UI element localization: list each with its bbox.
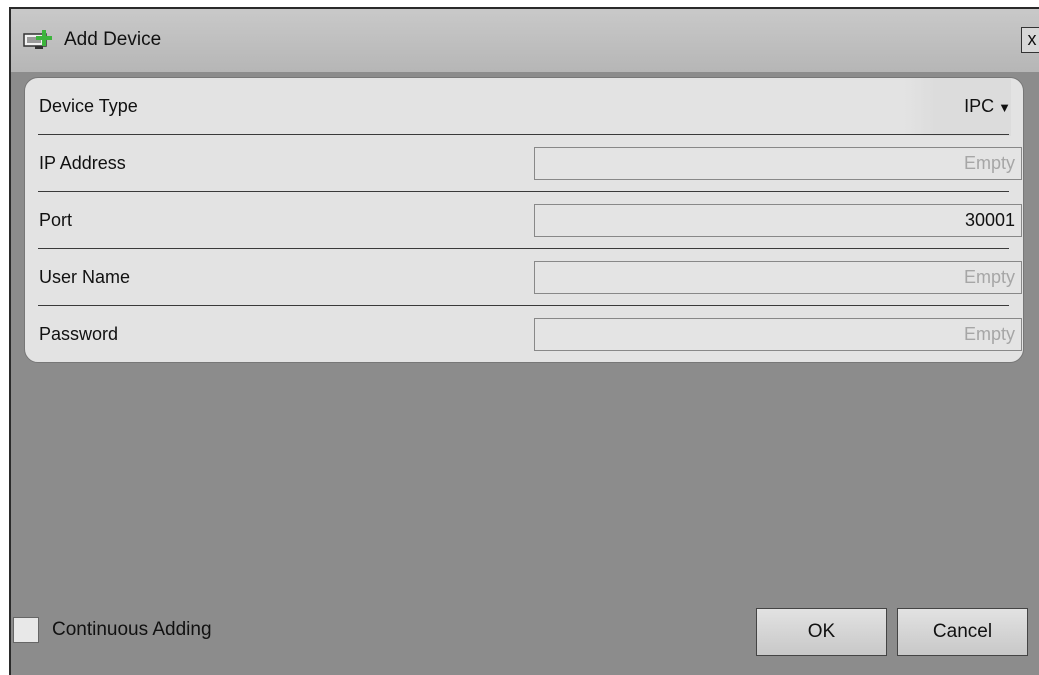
user-name-field[interactable]: Empty [534,261,1022,294]
device-type-row: Device Type IPC ▼ [25,78,1023,136]
port-row: Port 30001 [25,192,1023,249]
continuous-adding-checkbox[interactable] [13,617,39,643]
window-frame-top [0,0,1039,7]
password-row: Password Empty [25,306,1023,363]
user-name-row: User Name Empty [25,249,1023,306]
device-form: Device Type IPC ▼ IP Address Empty Port 3… [24,77,1024,363]
port-field[interactable]: 30001 [534,204,1022,237]
title-bar[interactable]: Add Device x [11,9,1039,72]
device-type-label: Device Type [39,96,138,116]
window-frame-left [0,0,9,675]
continuous-adding-label[interactable]: Continuous Adding [52,617,212,643]
cancel-button[interactable]: Cancel [897,608,1028,656]
port-label: Port [39,210,73,230]
password-field[interactable]: Empty [534,318,1022,351]
password-label: Password [39,324,119,344]
chevron-down-icon: ▼ [998,100,1011,115]
dialog-title: Add Device [64,29,162,50]
close-button[interactable]: x [1021,27,1039,53]
user-name-label: User Name [39,267,131,287]
add-device-icon [23,28,53,54]
device-type-value: IPC [964,96,995,116]
ip-address-label: IP Address [39,153,126,173]
ip-address-field[interactable]: Empty [534,147,1022,180]
ip-address-row: IP Address Empty [25,135,1023,192]
device-type-select[interactable]: IPC ▼ [904,78,1011,136]
close-icon: x [1027,29,1037,49]
add-device-dialog: Add Device x Device Type IPC ▼ IP Address… [9,7,1039,675]
ok-button[interactable]: OK [756,608,887,656]
